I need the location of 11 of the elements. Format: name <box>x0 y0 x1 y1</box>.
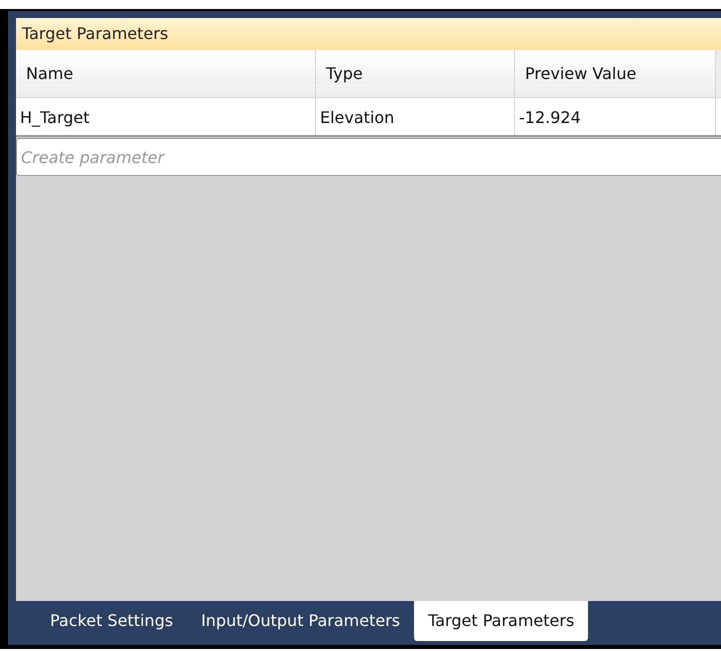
column-header[interactable]: Type <box>316 50 515 97</box>
table-cell: -12.924 <box>515 98 716 135</box>
tab[interactable]: Target Parameters <box>414 601 588 641</box>
column-header[interactable]: Name <box>16 50 316 97</box>
table-cell: H_Target <box>16 98 316 135</box>
tab[interactable]: Packet Settings <box>36 601 188 641</box>
panel-title: Target Parameters <box>16 18 721 50</box>
tab[interactable]: Input/Output Parameters <box>187 601 414 641</box>
table-cell: Elevation <box>316 98 515 135</box>
column-header[interactable]: Preview Value <box>515 50 716 97</box>
create-parameter-field[interactable]: Create parameter <box>16 138 721 176</box>
